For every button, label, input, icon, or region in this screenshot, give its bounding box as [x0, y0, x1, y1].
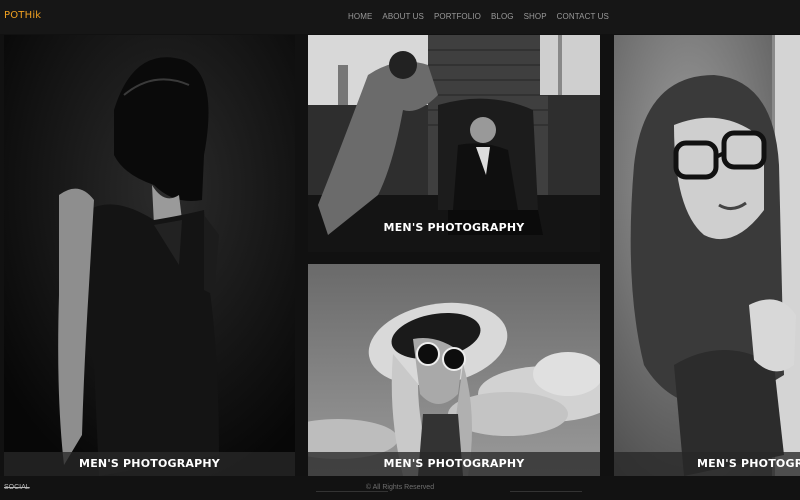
photo-woman-sun-hat	[308, 264, 600, 476]
gallery-tile-3[interactable]: MEN'S PHOTOGRAPHY	[308, 264, 600, 476]
tile-caption: MEN'S PHOTOGRAPHY	[614, 452, 800, 476]
site-footer: SOCIAL © All Rights Reserved	[0, 476, 800, 500]
nav-contact-us[interactable]: CONTACT US	[557, 12, 609, 21]
tile-caption: MEN'S PHOTOGRAPHY	[383, 221, 525, 234]
nav-portfolio[interactable]: PORTFOLIO	[434, 12, 481, 21]
main-nav: HOME ABOUT US PORTFOLIO BLOG SHOP CONTAC…	[348, 12, 609, 21]
gallery-tile-1[interactable]: MEN'S PHOTOGRAPHY	[4, 35, 295, 476]
nav-shop[interactable]: SHOP	[524, 12, 547, 21]
tile-caption: MEN'S PHOTOGRAPHY	[4, 452, 295, 476]
top-header: POTHik HOME ABOUT US PORTFOLIO BLOG SHOP…	[0, 0, 800, 34]
gallery-tile-4[interactable]: MEN'S PHOTOGRAPHY	[614, 35, 800, 476]
footer-divider-left	[316, 491, 388, 492]
footer-divider-right	[510, 491, 582, 492]
nav-about-us[interactable]: ABOUT US	[382, 12, 424, 21]
tile-caption: MEN'S PHOTOGRAPHY	[308, 452, 600, 476]
copyright-text: © All Rights Reserved	[365, 484, 435, 491]
gallery-tile-2[interactable]: MEN'S PHOTOGRAPHY	[308, 35, 600, 252]
photo-woman-black-dress	[4, 35, 295, 476]
nav-blog[interactable]: BLOG	[491, 12, 514, 21]
photo-woman-glasses	[614, 35, 800, 476]
site-logo[interactable]: POTHik	[4, 10, 41, 21]
nav-home[interactable]: HOME	[348, 12, 372, 21]
